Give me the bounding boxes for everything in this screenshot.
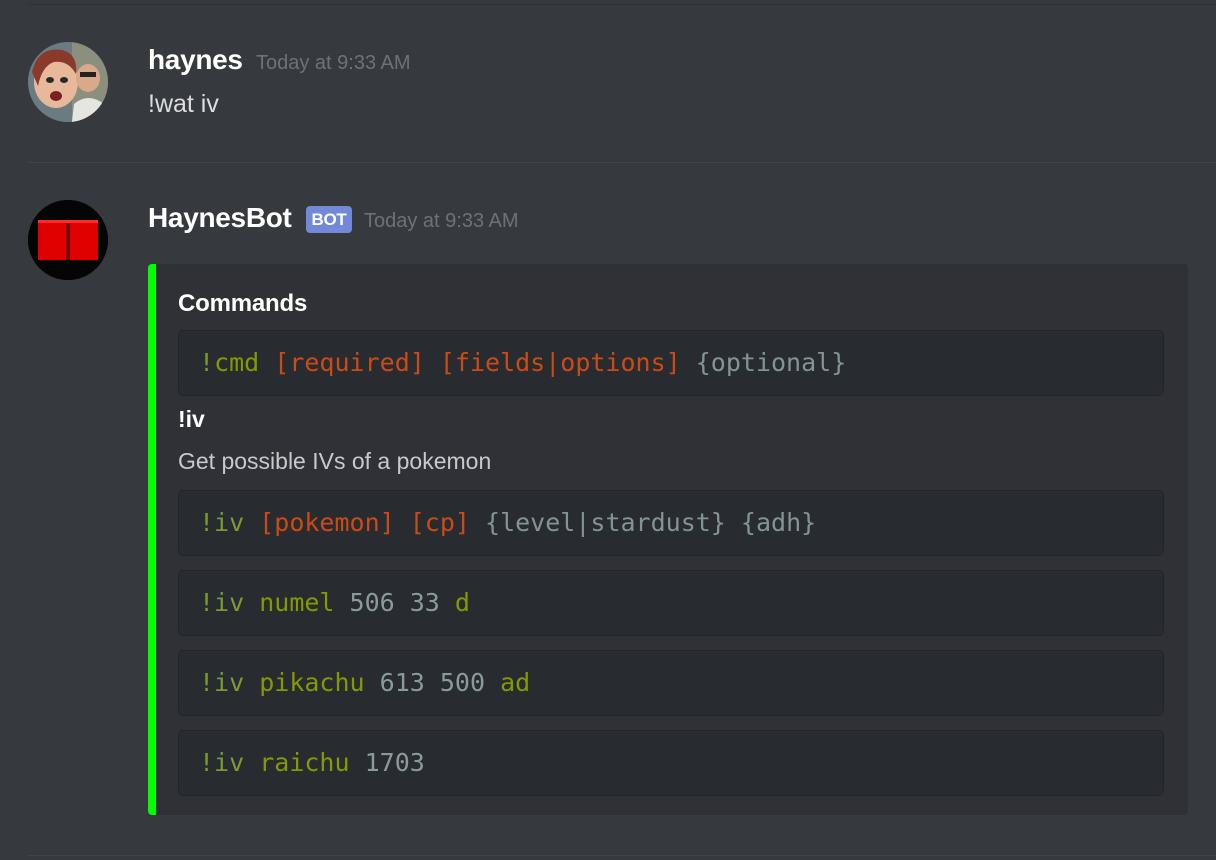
usage-required-cp: [cp] [409,508,470,537]
example-pokemon: numel [259,588,335,617]
usage-required-pokemon: [pokemon] [259,508,395,537]
top-divider [28,4,1216,5]
bot-logo-icon [28,200,108,280]
bot-avatar[interactable] [28,200,108,280]
example-code-block: !iv numel 506 33 d [178,570,1164,636]
user-photo-icon [28,42,108,122]
bot-timestamp: Today at 9:33 AM [364,210,519,232]
chat-window: haynes Today at 9:33 AM !wat iv HaynesBo… [0,0,1216,860]
syntax-bang: ! [199,348,215,377]
syntax-code-block: !cmd [required] [fields|options] {option… [178,330,1164,396]
syntax-required: [required] [274,348,425,377]
embed-accent-bar [148,264,156,815]
message-divider [28,162,1216,163]
example-cmd: !iv [199,748,245,777]
message-content: !wat iv [148,90,219,118]
example-numbers: 613 500 [379,668,485,697]
example-cmd: !iv [199,668,245,697]
example-flags: ad [500,668,531,697]
bottom-divider [28,855,1216,856]
message-author[interactable]: haynes [148,44,243,76]
message-timestamp: Today at 9:33 AM [256,52,411,74]
user-avatar[interactable] [28,42,108,122]
usage-code-block: !iv [pokemon] [cp] {level|stardust} {adh… [178,490,1164,556]
example-flags: d [454,588,470,617]
usage-optional-adh: {adh} [740,508,817,537]
embed-title: Commands [178,290,308,317]
example-numbers: 1703 [364,748,425,777]
example-pokemon: raichu [259,748,350,777]
syntax-cmd: cmd [214,348,260,377]
syntax-optional: {optional} [695,348,847,377]
example-numbers: 506 33 [349,588,440,617]
example-code-block: !iv raichu 1703 [178,730,1164,796]
usage-optional-level: {level|stardust} [485,508,726,537]
embed-field-description: Get possible IVs of a pokemon [178,448,492,474]
bot-badge: BOT [306,206,352,233]
usage-cmd: !iv [199,508,245,537]
example-cmd: !iv [199,588,245,617]
embed-field-name: !iv [178,406,205,432]
example-code-block: !iv pikachu 613 500 ad [178,650,1164,716]
help-embed: Commands !cmd [required] [fields|options… [148,264,1188,815]
bot-author[interactable]: HaynesBot [148,202,292,234]
example-pokemon: pikachu [259,668,365,697]
syntax-fields: [fields|options] [439,348,681,377]
